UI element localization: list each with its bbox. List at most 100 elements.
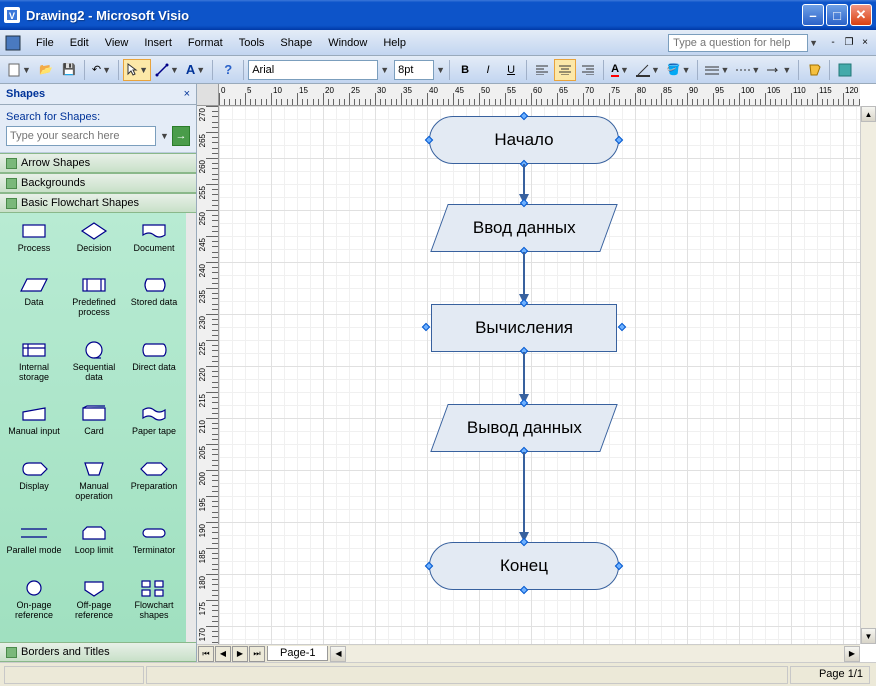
menu-edit[interactable]: Edit — [62, 34, 97, 52]
italic-button[interactable]: I — [477, 59, 499, 81]
menu-insert[interactable]: Insert — [136, 34, 180, 52]
line-pattern-button[interactable]: ▼ — [733, 59, 763, 81]
open-button[interactable]: 📂 — [35, 59, 57, 81]
stencil-shape-item[interactable]: Off-page reference — [64, 574, 124, 638]
stencil-shape-item[interactable]: Document — [124, 217, 184, 271]
flowchart-end-terminator[interactable]: Конец — [429, 542, 619, 590]
flowchart-input-data[interactable]: Ввод данных — [430, 204, 617, 252]
mdi-minimize-button[interactable]: - — [826, 36, 840, 50]
menu-tools[interactable]: Tools — [231, 34, 273, 52]
connector-arrow[interactable] — [523, 352, 525, 394]
stencil-shape-item[interactable]: Manual input — [4, 400, 64, 454]
new-button[interactable]: ▼ — [4, 59, 34, 81]
maximize-button[interactable]: □ — [826, 4, 848, 26]
canvas-viewport[interactable]: Начало Ввод данных Вычисления — [219, 106, 860, 644]
connector-arrow[interactable] — [523, 452, 525, 532]
stencil-shape-item[interactable]: Direct data — [124, 336, 184, 400]
shapes-search-go-button[interactable]: → — [172, 126, 190, 146]
align-right-button[interactable] — [577, 59, 599, 81]
next-page-button[interactable]: ▶ — [232, 646, 248, 662]
menu-help[interactable]: Help — [375, 34, 414, 52]
scroll-left-button[interactable]: ◀ — [330, 646, 346, 662]
menu-shape[interactable]: Shape — [272, 34, 320, 52]
shapes-search-input[interactable] — [6, 126, 156, 146]
minimize-button[interactable]: – — [802, 4, 824, 26]
stencil-shape-item[interactable]: Sequential data — [64, 336, 124, 400]
stencil-shape-item[interactable]: Internal storage — [4, 336, 64, 400]
stencil-shape-item[interactable]: Preparation — [124, 455, 184, 519]
first-page-button[interactable]: ⏮ — [198, 646, 214, 662]
stencil-basic-flowchart[interactable]: Basic Flowchart Shapes — [0, 193, 196, 213]
menu-file[interactable]: File — [28, 34, 62, 52]
text-tool-button[interactable]: A▼ — [183, 59, 208, 81]
menu-window[interactable]: Window — [320, 34, 375, 52]
align-center-button[interactable] — [554, 59, 576, 81]
menu-format[interactable]: Format — [180, 34, 231, 52]
shape-icon — [19, 404, 49, 424]
stencil-shape-item[interactable]: Terminator — [124, 519, 184, 574]
stencil-shape-item[interactable]: Display — [4, 455, 64, 519]
stencil-backgrounds[interactable]: Backgrounds — [0, 173, 196, 193]
scroll-down-button[interactable]: ▼ — [861, 628, 876, 644]
scroll-right-button[interactable]: ▶ — [844, 646, 860, 662]
mdi-close-button[interactable]: × — [858, 36, 872, 50]
underline-button[interactable]: U — [500, 59, 522, 81]
save-button[interactable]: 💾 — [58, 59, 80, 81]
font-size-select[interactable] — [394, 60, 434, 80]
last-page-button[interactable]: ⏭ — [249, 646, 265, 662]
stencil-arrow-shapes[interactable]: Arrow Shapes — [0, 153, 196, 173]
scroll-up-button[interactable]: ▲ — [861, 106, 876, 122]
pointer-tool-button[interactable]: ▼ — [123, 59, 151, 81]
stencil-shape-item[interactable]: On-page reference — [4, 574, 64, 638]
visio-icon[interactable] — [4, 34, 22, 52]
page-tab[interactable]: Page-1 — [267, 646, 328, 661]
flowchart-predefined-process[interactable]: Вычисления — [444, 304, 604, 352]
flowchart-output-data[interactable]: Вывод данных — [430, 404, 617, 452]
connector-arrow[interactable] — [523, 164, 525, 194]
font-color-button[interactable]: A▼ — [608, 59, 632, 81]
shapes-search-dropdown[interactable]: ▼ — [160, 131, 169, 141]
shape-icon — [19, 275, 49, 295]
help-search-input[interactable] — [668, 34, 808, 52]
connector-arrow[interactable] — [523, 252, 525, 294]
stencil-borders-titles[interactable]: Borders and Titles — [0, 642, 196, 662]
prev-page-button[interactable]: ◀ — [215, 646, 231, 662]
stencil-shape-item[interactable]: Predefined process — [64, 271, 124, 335]
theme-button[interactable] — [834, 59, 856, 81]
flowchart-start-terminator[interactable]: Начало — [429, 116, 619, 164]
close-button[interactable]: ✕ — [850, 4, 872, 26]
line-weight-button[interactable]: ▼ — [702, 59, 732, 81]
stencil-shape-item[interactable]: Data — [4, 271, 64, 335]
horizontal-scrollbar[interactable]: ◀ ▶ — [330, 646, 860, 662]
stencil-scrollbar[interactable] — [186, 213, 196, 642]
help-button[interactable]: ? — [217, 59, 239, 81]
stencil-shape-item[interactable]: Loop limit — [64, 519, 124, 574]
help-search-dropdown[interactable]: ▼ — [809, 38, 818, 48]
bold-button[interactable]: B — [454, 59, 476, 81]
menu-view[interactable]: View — [97, 34, 137, 52]
stencil-shape-item[interactable]: Process — [4, 217, 64, 271]
shape-label: Stored data — [131, 298, 178, 308]
horizontal-ruler: 0510152025303540455055606570758085909510… — [219, 84, 860, 106]
line-color-button[interactable]: ▼ — [633, 59, 663, 81]
stencil-shape-item[interactable]: Decision — [64, 217, 124, 271]
mdi-restore-button[interactable]: ❐ — [842, 36, 856, 50]
stencil-shape-item[interactable]: Paper tape — [124, 400, 184, 454]
align-left-button[interactable] — [531, 59, 553, 81]
stencil-shape-item[interactable]: Parallel mode — [4, 519, 64, 574]
fill-color-button[interactable]: 🪣▼ — [664, 59, 694, 81]
vertical-scrollbar[interactable]: ▲ ▼ — [860, 106, 876, 644]
standard-toolbar: ▼ 📂 💾 ↶▼ ▼ ▼ A▼ ? ▼ ▼ B I U A▼ ▼ 🪣▼ ▼ ▼ … — [0, 56, 876, 84]
connector-tool-button[interactable]: ▼ — [152, 59, 182, 81]
shape-icon — [79, 459, 109, 479]
line-ends-button[interactable]: ▼ — [764, 59, 794, 81]
stencil-shape-item[interactable]: Card — [64, 400, 124, 454]
undo-button[interactable]: ↶▼ — [89, 59, 114, 81]
stencil-shape-item[interactable]: Stored data — [124, 271, 184, 335]
font-name-select[interactable] — [248, 60, 378, 80]
stencil-shape-item[interactable]: Manual operation — [64, 455, 124, 519]
shape-icon — [79, 275, 109, 295]
shapes-panel-close-button[interactable]: × — [184, 88, 190, 100]
stencil-shape-item[interactable]: Flowchart shapes — [124, 574, 184, 638]
format-painter-button[interactable] — [803, 59, 825, 81]
